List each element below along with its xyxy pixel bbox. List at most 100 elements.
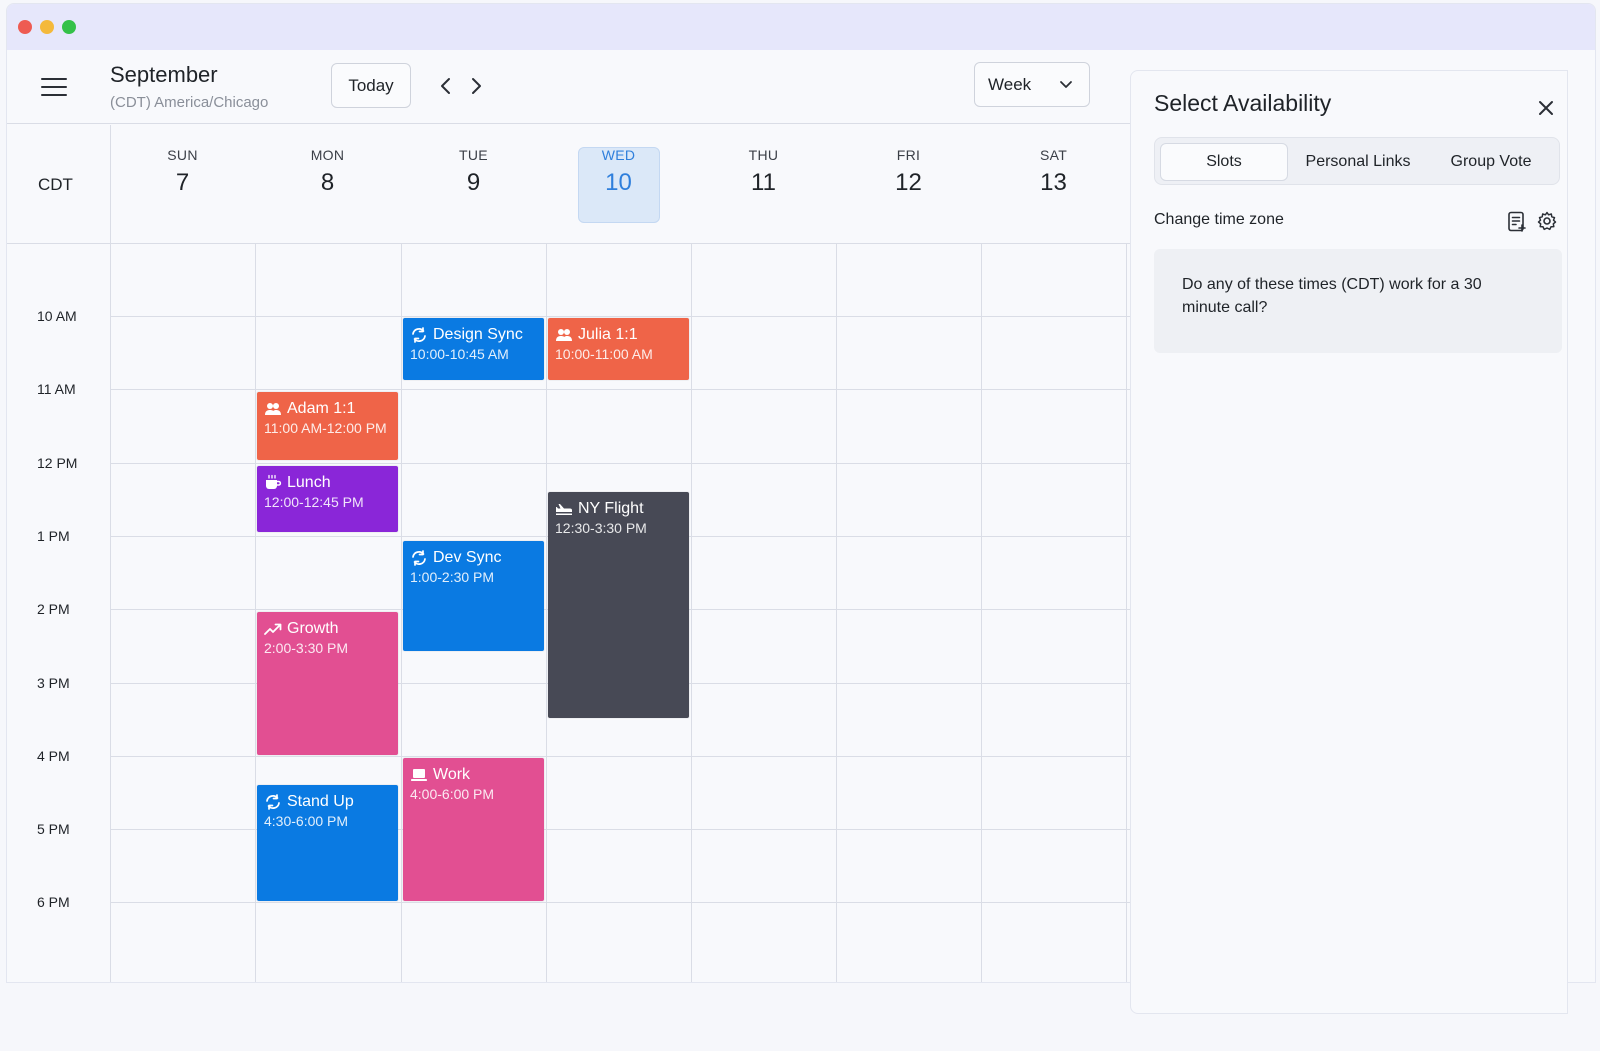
column-divider: [1126, 243, 1127, 982]
event-adam-1-1[interactable]: Adam 1:1 11:00 AM-12:00 PM: [257, 392, 398, 460]
title-bar: [7, 4, 1595, 50]
event-title-text: Design Sync: [433, 326, 523, 343]
laptop-icon: [411, 768, 427, 781]
time-label: 4 PM: [37, 748, 70, 764]
minimize-window-button[interactable]: [40, 20, 54, 34]
recurring-icon: [412, 326, 426, 343]
menu-icon[interactable]: [41, 78, 67, 96]
time-label: 10 AM: [37, 308, 77, 324]
day-name: THU: [748, 147, 779, 163]
event-title: Adam 1:1: [264, 399, 391, 418]
column-divider: [836, 243, 837, 982]
event-time: 4:00-6:00 PM: [410, 786, 495, 802]
day-header-thu[interactable]: THU 11: [691, 147, 836, 197]
event-time: 4:30-6:00 PM: [264, 813, 349, 829]
event-time: 10:00-11:00 AM: [555, 346, 653, 362]
day-header-sun[interactable]: SUN 7: [110, 147, 255, 197]
tab-group-vote[interactable]: Group Vote: [1427, 143, 1555, 181]
event-lunch[interactable]: Lunch 12:00-12:45 PM: [257, 466, 398, 532]
people-icon: [265, 402, 281, 415]
event-work[interactable]: Work 4:00-6:00 PM: [403, 758, 544, 901]
day-header-wed[interactable]: WED 10: [546, 147, 691, 197]
event-title: Lunch: [264, 473, 391, 492]
people-icon: [556, 328, 572, 341]
gear-icon[interactable]: [1537, 211, 1557, 231]
event-time: 12:00-12:45 PM: [264, 494, 364, 510]
close-icon[interactable]: [1537, 99, 1555, 117]
today-button[interactable]: Today: [331, 63, 411, 108]
timezone-label: (CDT) America/Chicago: [110, 94, 269, 111]
day-name: SAT: [1039, 147, 1068, 163]
event-growth[interactable]: Growth 2:00-3:30 PM: [257, 612, 398, 755]
hour-line: [110, 389, 1132, 390]
availability-tabs: Slots Personal Links Group Vote: [1154, 137, 1560, 185]
time-label: 5 PM: [37, 821, 70, 837]
event-title-text: Growth: [287, 620, 339, 637]
month-title: September: [110, 62, 218, 87]
day-header-tue[interactable]: TUE 9: [401, 147, 546, 197]
event-title: Growth: [264, 619, 391, 638]
day-number: 11: [751, 169, 776, 196]
column-divider: [110, 125, 111, 982]
time-label: 6 PM: [37, 894, 70, 910]
hour-line: [110, 902, 1132, 903]
column-divider: [401, 243, 402, 982]
day-name: FRI: [896, 147, 921, 163]
recurring-icon: [266, 793, 280, 810]
event-time: 10:00-10:45 AM: [410, 346, 509, 362]
event-title: Work: [410, 765, 537, 784]
day-header-fri[interactable]: FRI 12: [836, 147, 981, 197]
event-title: NY Flight: [555, 499, 682, 518]
availability-message[interactable]: Do any of these times (CDT) work for a 3…: [1154, 249, 1562, 353]
chevron-right-icon[interactable]: [467, 76, 485, 96]
hour-line: [110, 756, 1132, 757]
view-select[interactable]: Week: [974, 62, 1090, 107]
day-number: 9: [466, 169, 481, 196]
trend-up-icon: [264, 623, 282, 635]
header-divider: [7, 243, 1132, 244]
tab-slots[interactable]: Slots: [1160, 143, 1288, 181]
view-select-value: Week: [988, 74, 1032, 94]
recurring-icon: [412, 549, 426, 566]
day-name: WED: [601, 147, 636, 163]
event-title-text: Julia 1:1: [578, 326, 638, 343]
chevron-left-icon[interactable]: [437, 76, 455, 96]
column-divider: [255, 243, 256, 982]
event-design-sync[interactable]: Design Sync 10:00-10:45 AM: [403, 318, 544, 380]
event-stand-up[interactable]: Stand Up 4:30-6:00 PM: [257, 785, 398, 901]
panel-title: Select Availability: [1154, 90, 1332, 116]
chevron-down-icon: [1060, 81, 1072, 88]
event-dev-sync[interactable]: Dev Sync 1:00-2:30 PM: [403, 541, 544, 651]
event-julia-1-1[interactable]: Julia 1:1 10:00-11:00 AM: [548, 318, 689, 380]
tab-personal-links[interactable]: Personal Links: [1293, 143, 1423, 181]
plane-icon: [556, 503, 572, 515]
day-name: TUE: [459, 147, 488, 163]
event-time: 11:00 AM-12:00 PM: [264, 420, 387, 436]
time-label: 1 PM: [37, 528, 70, 544]
availability-panel: Select Availability Slots Personal Links…: [1130, 70, 1568, 1014]
event-title: Dev Sync: [410, 548, 537, 567]
day-header-sat[interactable]: SAT 13: [981, 147, 1126, 197]
day-name: SUN: [167, 147, 198, 163]
time-label: 3 PM: [37, 675, 70, 691]
day-number: 12: [895, 169, 922, 196]
hour-line: [110, 316, 1132, 317]
column-divider: [691, 243, 692, 982]
close-window-button[interactable]: [18, 20, 32, 34]
add-note-icon[interactable]: [1507, 211, 1527, 233]
event-title-text: Lunch: [287, 474, 331, 491]
day-number: 10: [605, 169, 632, 196]
event-ny-flight[interactable]: NY Flight 12:30-3:30 PM: [548, 492, 689, 718]
change-timezone-link[interactable]: Change time zone: [1154, 211, 1284, 229]
event-title-text: Stand Up: [287, 793, 354, 810]
hour-line: [110, 463, 1132, 464]
event-title: Design Sync: [410, 325, 537, 344]
column-divider: [981, 243, 982, 982]
event-title: Stand Up: [264, 792, 391, 811]
event-time: 2:00-3:30 PM: [264, 640, 349, 656]
coffee-icon: [266, 474, 282, 489]
event-title-text: Work: [433, 766, 471, 783]
event-title: Julia 1:1: [555, 325, 682, 344]
maximize-window-button[interactable]: [62, 20, 76, 34]
day-header-mon[interactable]: MON 8: [255, 147, 400, 197]
